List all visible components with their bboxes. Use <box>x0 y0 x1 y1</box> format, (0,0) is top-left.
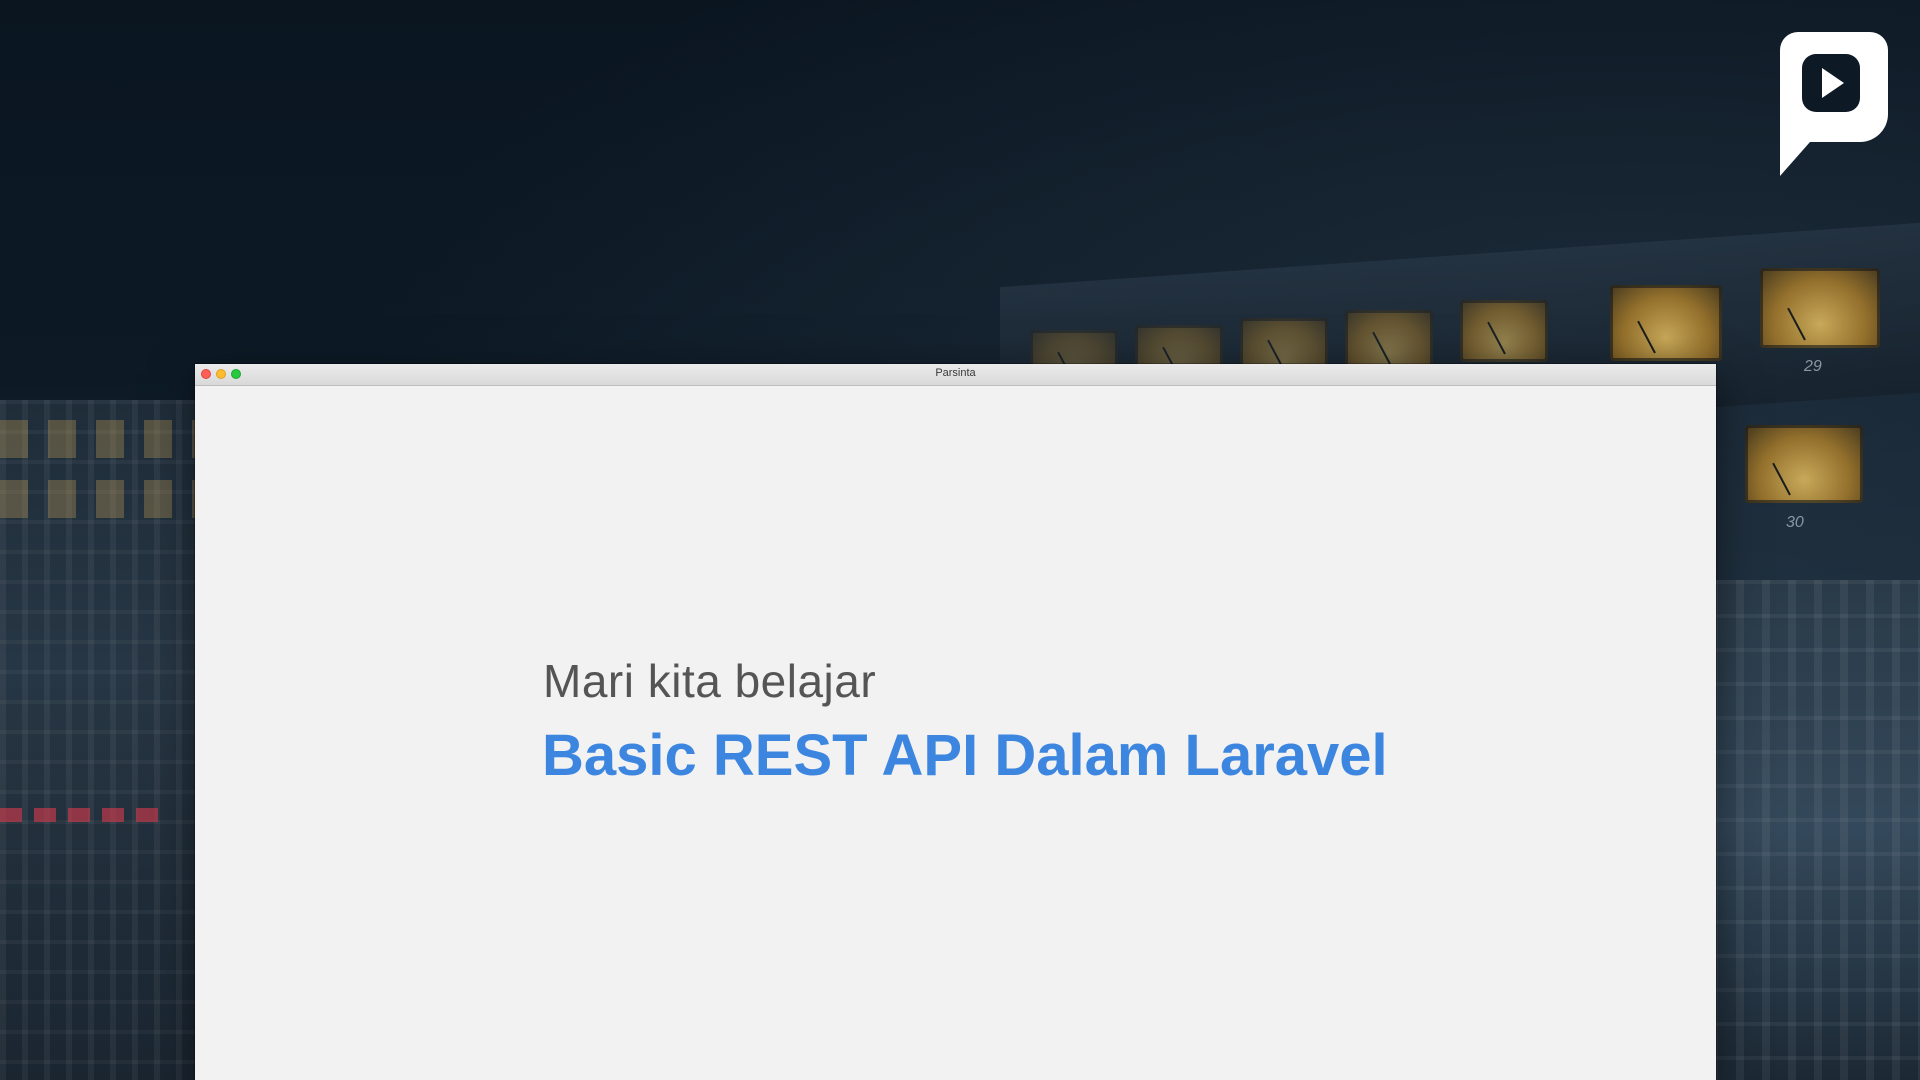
window-titlebar[interactable]: Parsinta <box>195 364 1716 386</box>
background-scene: 29 30 Parsinta Mari kita belajar Basic R… <box>0 0 1920 1080</box>
headline-text: Basic REST API Dalam Laravel <box>542 723 1388 788</box>
vu-meter-4 <box>1345 310 1433 372</box>
channel-number-29: 29 <box>1804 358 1822 375</box>
window-title: Parsinta <box>935 367 976 379</box>
intro-text: Mari kita belajar <box>543 655 877 707</box>
slide-content: Mari kita belajar Basic REST API Dalam L… <box>195 386 1716 1080</box>
app-window: Parsinta Mari kita belajar Basic REST AP… <box>195 364 1716 1080</box>
left-console-lights <box>0 420 195 540</box>
vu-meter-8 <box>1745 425 1863 503</box>
channel-number-30: 30 <box>1786 514 1804 531</box>
play-icon <box>1780 32 1888 176</box>
brand-logo <box>1780 32 1888 176</box>
vu-meter-7 <box>1760 268 1880 348</box>
vu-meter-5 <box>1460 300 1548 362</box>
left-red-faders <box>0 808 160 822</box>
vu-meter-6 <box>1610 285 1722 361</box>
right-mixer-console <box>1710 580 1920 1080</box>
